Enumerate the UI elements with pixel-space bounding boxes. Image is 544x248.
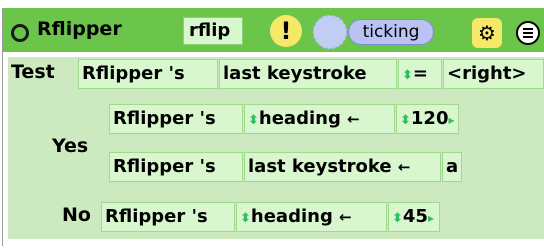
value-expand-icon[interactable]: ▸ xyxy=(448,113,454,127)
no-label: No xyxy=(62,204,91,226)
player-name: Rflipper xyxy=(37,18,122,40)
assign-arrow-icon: ← xyxy=(339,208,352,226)
scriptor-header: Rflipper rflip ! ticking ⚙ xyxy=(3,8,544,52)
test-object-tile[interactable]: Rflipper 's xyxy=(78,59,218,89)
yes-stmt2-property[interactable]: last keystroke ← xyxy=(244,152,441,182)
operator-arrows-icon[interactable]: ⬍ xyxy=(402,68,413,83)
no-stmt1-value[interactable]: ⬍45▸ xyxy=(388,202,440,232)
yes-stmt1-property-label: heading xyxy=(258,108,341,129)
rule-body: Test Rflipper 's last keystroke ⬍= <righ… xyxy=(8,57,544,239)
no-stmt1-property-label: heading xyxy=(250,206,333,227)
property-arrows-icon[interactable]: ⬍ xyxy=(240,211,251,226)
no-stmt1-property[interactable]: ⬍heading ← xyxy=(236,202,387,232)
status-pill[interactable]: ticking xyxy=(348,19,434,45)
property-arrows-icon[interactable]: ⬍ xyxy=(248,113,259,128)
menu-icon[interactable] xyxy=(516,21,540,45)
yes-stmt2-value[interactable]: a xyxy=(442,152,462,182)
test-operator-label: = xyxy=(412,63,428,84)
no-stmt1-object[interactable]: Rflipper 's xyxy=(101,202,235,232)
yes-stmt2-object[interactable]: Rflipper 's xyxy=(109,152,243,182)
value-arrows-icon[interactable]: ⬍ xyxy=(400,113,411,128)
test-property-tile[interactable]: last keystroke xyxy=(219,59,397,89)
yes-stmt1-property[interactable]: ⬍heading ← xyxy=(244,104,395,134)
yes-stmt2-property-label: last keystroke xyxy=(248,156,392,177)
value-expand-icon[interactable]: ▸ xyxy=(428,211,434,225)
script-name-field[interactable]: rflip xyxy=(183,17,243,45)
yes-stmt1-value[interactable]: ⬍120▸ xyxy=(396,104,459,134)
tick-dial-icon[interactable] xyxy=(313,15,347,49)
yes-label: Yes xyxy=(52,135,89,157)
alert-icon[interactable]: ! xyxy=(270,15,302,47)
test-value-tile[interactable]: <right> xyxy=(443,59,544,89)
test-label: Test xyxy=(11,61,55,83)
test-operator-tile[interactable]: ⬍= xyxy=(398,59,442,89)
yes-stmt1-object[interactable]: Rflipper 's xyxy=(109,104,243,134)
assign-arrow-icon: ← xyxy=(397,158,411,176)
ok-icon[interactable]: ⚙ xyxy=(472,18,502,48)
radio-icon[interactable] xyxy=(11,24,29,42)
yes-stmt1-value-label: 120 xyxy=(410,108,449,129)
value-arrows-icon[interactable]: ⬍ xyxy=(392,211,403,226)
no-stmt1-value-label: 45 xyxy=(402,206,428,227)
assign-arrow-icon: ← xyxy=(347,110,360,128)
